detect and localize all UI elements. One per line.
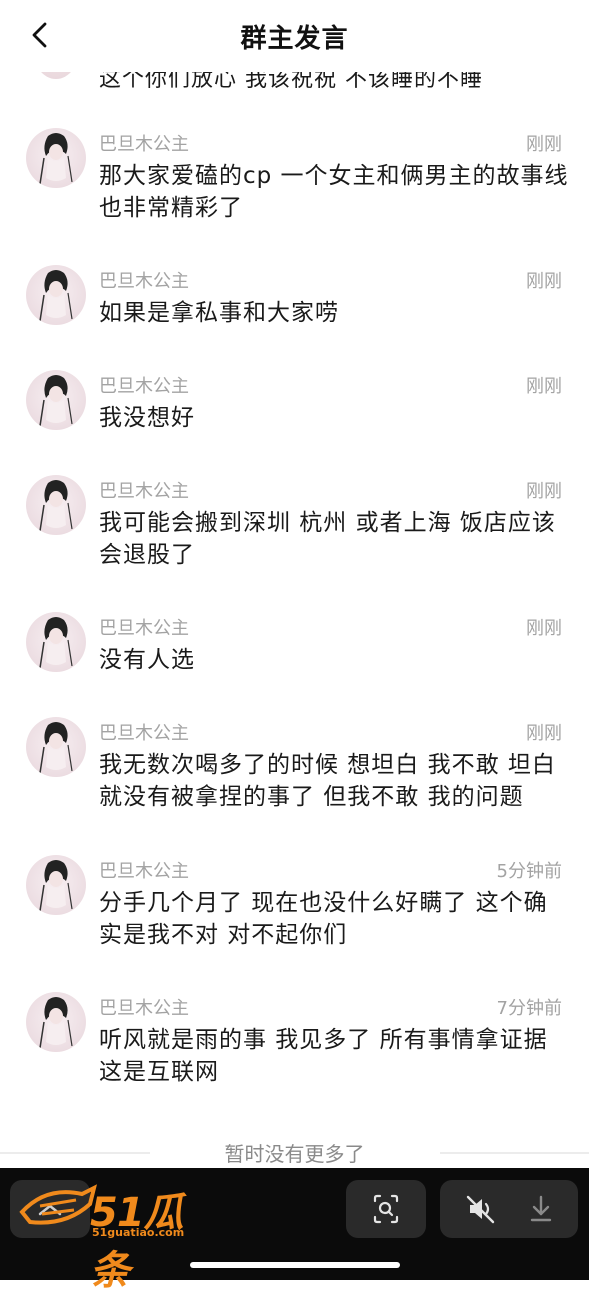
message-content: 我可能会搬到深圳 杭州 或者上海 饭店应该会退股了 xyxy=(99,510,556,568)
nickname[interactable]: 巴旦木公主 xyxy=(99,614,189,640)
message-content: 分手几个月了 现在也没什么好瞒了 这个确实是我不对 对不起你们 xyxy=(99,890,548,948)
avatar[interactable] xyxy=(26,612,86,672)
nickname[interactable]: 巴旦木公主 xyxy=(99,130,189,156)
nickname[interactable]: 巴旦木公主 xyxy=(99,719,189,745)
nickname[interactable]: 巴旦木公主 xyxy=(99,994,189,1020)
message-content: 那大家爱磕的cp 一个女主和俩男主的故事线也非常精彩了 xyxy=(99,163,569,221)
mute-icon[interactable] xyxy=(464,1192,498,1226)
timestamp: 刚刚 xyxy=(526,618,562,639)
scan-button[interactable] xyxy=(346,1180,426,1238)
timestamp: 5分钟前 xyxy=(496,861,562,882)
home-indicator[interactable] xyxy=(190,1262,400,1268)
watermark-logo: 51瓜条 51guatiao.com xyxy=(10,1180,210,1294)
avatar[interactable] xyxy=(26,128,86,188)
avatar[interactable] xyxy=(26,475,86,535)
no-more-text: 暂时没有更多了 xyxy=(224,1142,365,1166)
timestamp: 刚刚 xyxy=(526,723,562,744)
avatar[interactable] xyxy=(26,855,86,915)
timestamp: 7分钟前 xyxy=(496,998,562,1019)
download-icon[interactable] xyxy=(524,1192,558,1226)
timestamp: 刚刚 xyxy=(526,134,562,155)
nickname[interactable]: 巴旦木公主 xyxy=(99,857,189,883)
logo-subtext: 51guatiao.com xyxy=(92,1226,185,1239)
timestamp: 刚刚 xyxy=(526,376,562,397)
header-bar: 群主发言 xyxy=(0,0,589,72)
scan-search-icon xyxy=(373,1194,399,1224)
avatar[interactable] xyxy=(26,265,86,325)
timestamp: 刚刚 xyxy=(526,271,562,292)
fish-logo-icon xyxy=(19,1184,97,1225)
avatar[interactable] xyxy=(26,370,86,430)
nickname[interactable]: 巴旦木公主 xyxy=(99,372,189,398)
message-content: 如果是拿私事和大家唠 xyxy=(99,300,339,326)
avatar[interactable] xyxy=(26,717,86,777)
page-title: 群主发言 xyxy=(240,24,349,54)
nickname[interactable]: 巴旦木公主 xyxy=(99,477,189,503)
media-controls xyxy=(440,1180,578,1238)
message-content: 听风就是雨的事 我见多了 所有事情拿证据 这是互联网 xyxy=(99,1027,548,1085)
timestamp: 刚刚 xyxy=(526,481,562,502)
message-content: 我无数次喝多了的时候 想坦白 我不敢 坦白就没有被拿捏的事了 但我不敢 我的问题 xyxy=(99,752,556,810)
avatar[interactable] xyxy=(26,992,86,1052)
message-content: 没有人选 xyxy=(99,647,195,673)
message-content: 我没想好 xyxy=(99,405,195,431)
nickname[interactable]: 巴旦木公主 xyxy=(99,267,189,293)
